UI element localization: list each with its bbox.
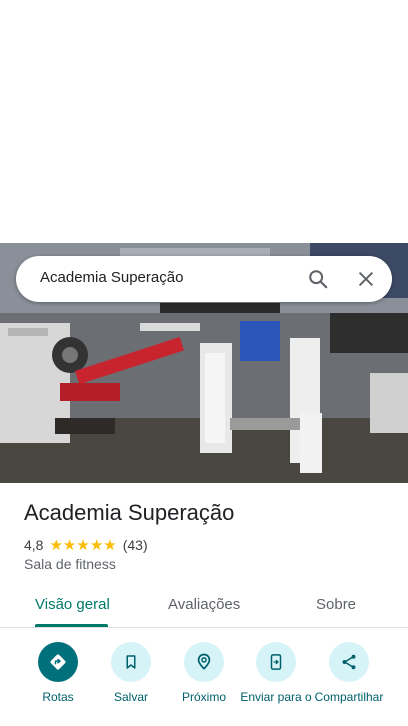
star-icon: ★	[62, 536, 77, 554]
nearby-icon	[197, 653, 211, 670]
place-category: Sala de fitness	[24, 556, 116, 572]
bookmark-icon	[126, 655, 136, 669]
nearby-button-circle[interactable]	[184, 642, 224, 682]
close-icon	[359, 272, 373, 286]
directions-button-circle[interactable]	[38, 642, 78, 682]
review-count[interactable]: (43)	[123, 537, 148, 553]
search-query-text[interactable]: Academia Superação	[40, 269, 183, 286]
send-to-phone-icon	[270, 654, 282, 670]
tab-about[interactable]: Sobre	[316, 596, 356, 613]
save-button[interactable]: Salvar	[95, 642, 167, 704]
share-button-circle[interactable]	[329, 642, 369, 682]
share-label: Compartilhar	[314, 690, 384, 704]
share-button[interactable]: Compartilhar	[313, 642, 385, 704]
star-icon: ★	[89, 536, 104, 554]
tab-reviews[interactable]: Avaliações	[168, 596, 240, 613]
send-to-phone-label: Enviar para o	[240, 690, 312, 704]
star-icon: ★	[49, 536, 63, 554]
nearby-button[interactable]: Próximo	[168, 642, 240, 704]
search-bar[interactable]: Academia Superação	[16, 256, 392, 302]
active-tab-indicator	[35, 624, 108, 627]
directions-icon	[50, 654, 66, 670]
star-icon: ★	[76, 536, 90, 554]
share-icon	[342, 654, 356, 670]
save-label: Salvar	[113, 690, 148, 704]
rating-value: 4,8	[24, 537, 44, 553]
search-button[interactable]	[304, 265, 332, 293]
place-tabs: Visão geral Avaliações Sobre	[0, 588, 408, 628]
rating-row[interactable]: 4,8 ★ ★ ★ ★ ★ (43)	[24, 536, 148, 554]
star-rating: ★ ★ ★ ★ ★	[49, 538, 116, 553]
clear-search-button[interactable]	[352, 265, 380, 293]
search-icon	[309, 270, 328, 289]
send-to-phone-button[interactable]: Enviar para o	[240, 642, 312, 704]
place-title: Academia Superação	[24, 500, 235, 525]
map-area-blank	[0, 0, 408, 243]
send-to-phone-button-circle[interactable]	[256, 642, 296, 682]
tab-overview[interactable]: Visão geral	[35, 596, 110, 613]
star-icon: ★	[103, 536, 117, 554]
directions-button[interactable]: Rotas	[22, 642, 94, 704]
nearby-label: Próximo	[181, 690, 226, 704]
save-button-circle[interactable]	[111, 642, 151, 682]
directions-label: Rotas	[42, 690, 74, 704]
